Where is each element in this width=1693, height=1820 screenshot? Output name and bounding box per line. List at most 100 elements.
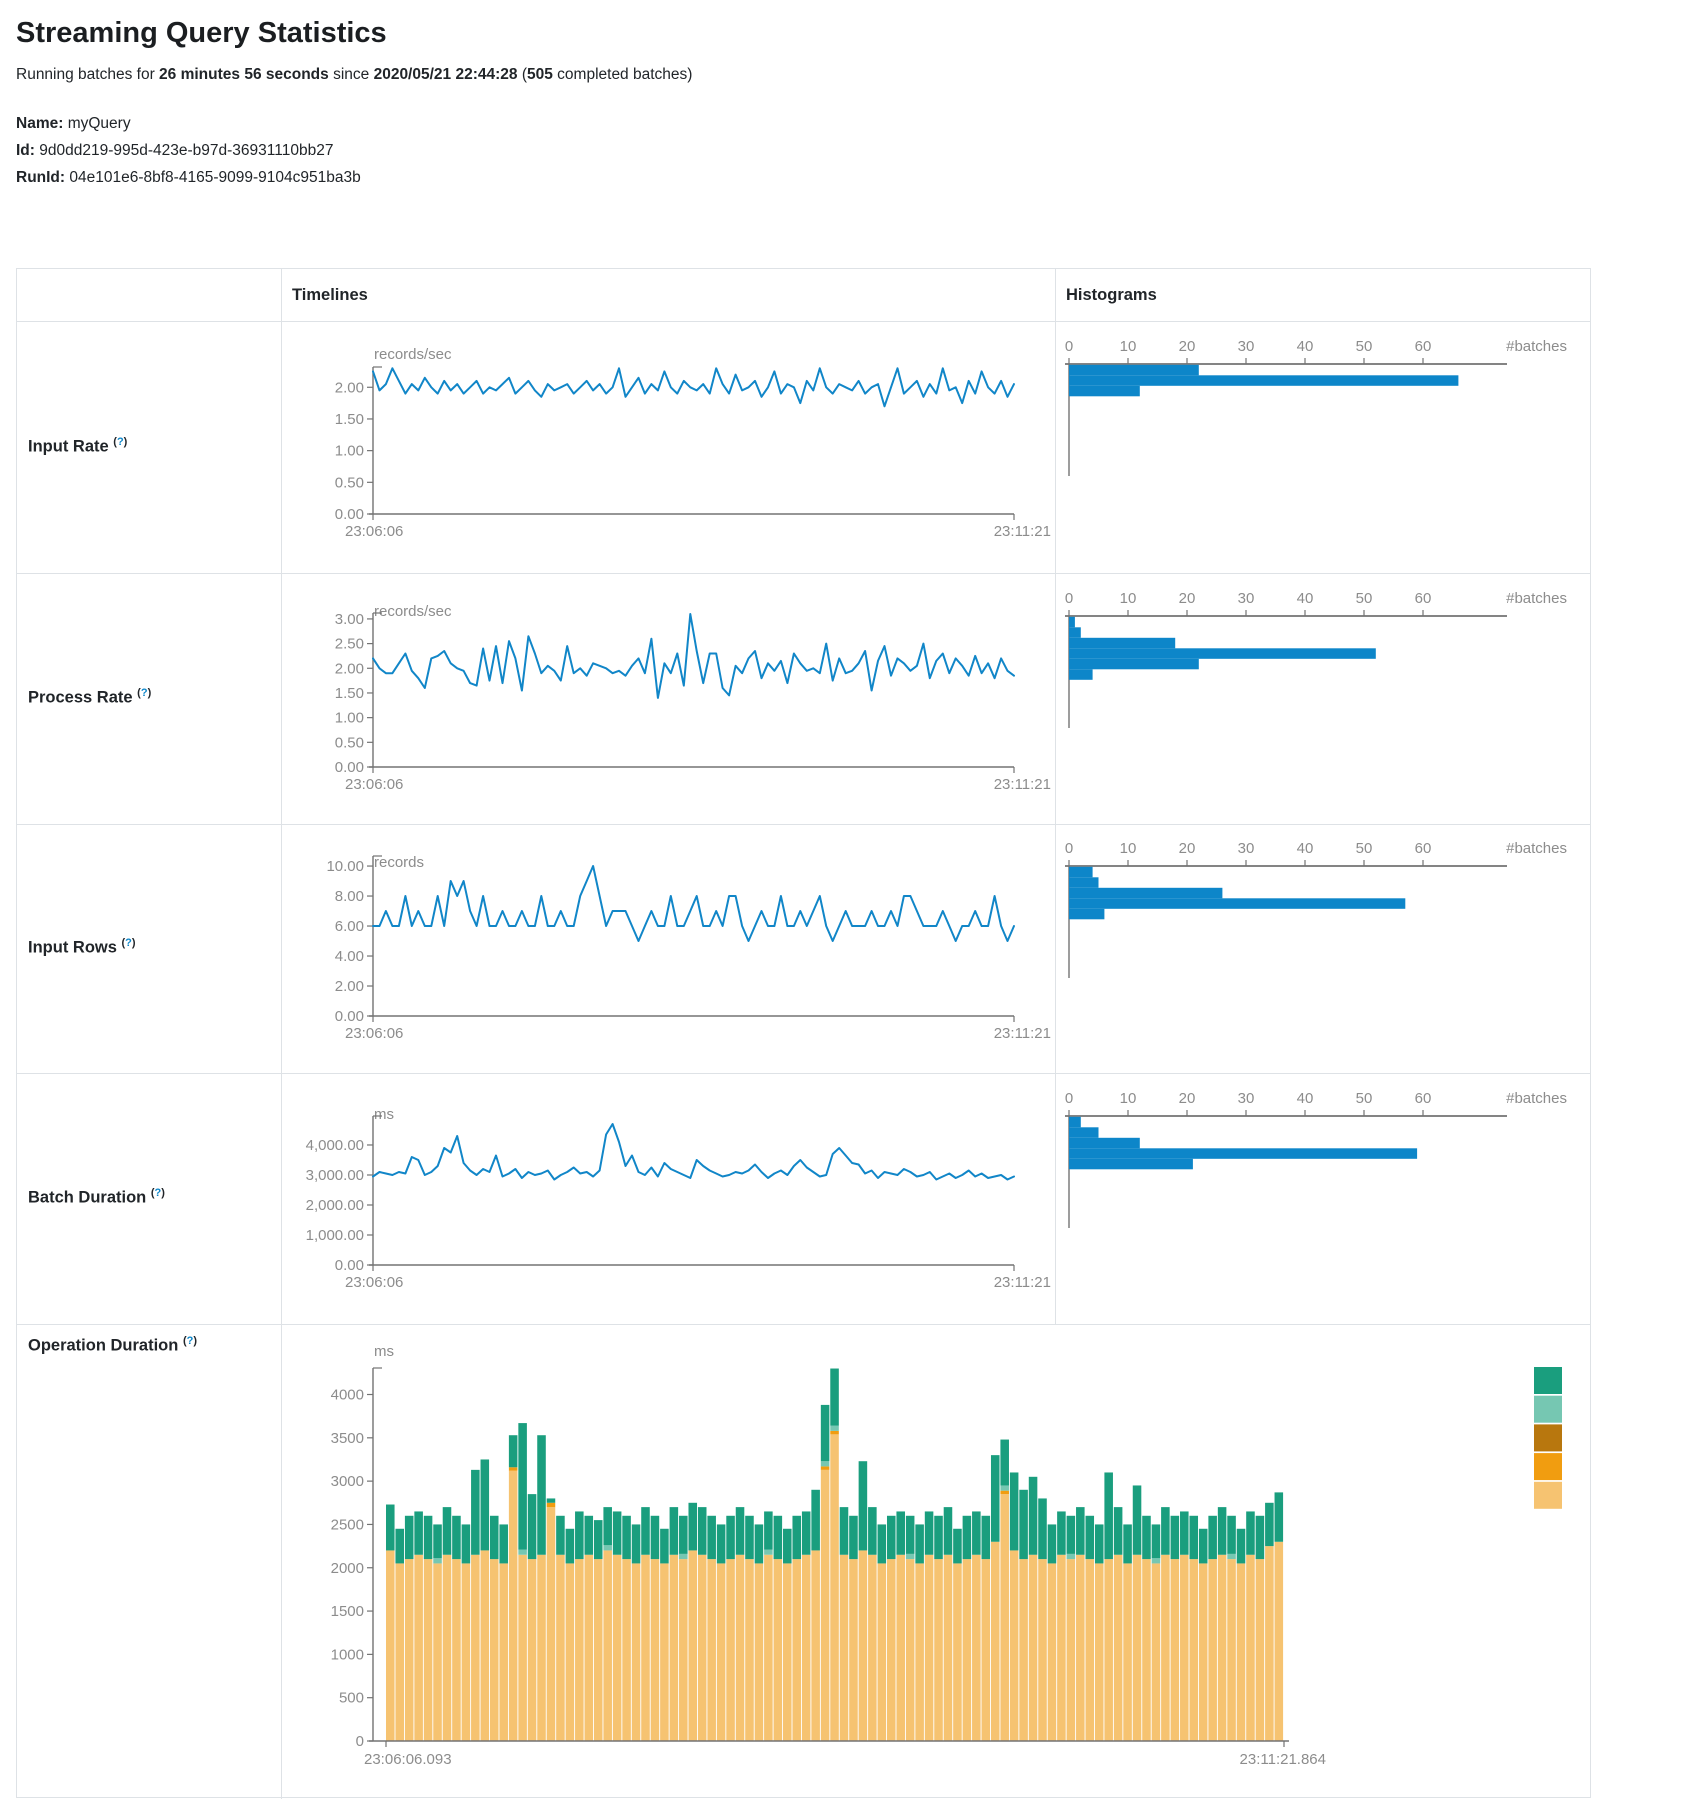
timelines-column-header: Timelines <box>292 269 368 321</box>
legend-swatch <box>1534 1396 1562 1423</box>
batch-duration-histogram-chart: 0 10 20 30 40 50 60 #batches <box>1055 1073 1592 1329</box>
svg-text:4000: 4000 <box>331 1387 364 1404</box>
svg-text:2,000.00: 2,000.00 <box>306 1197 364 1214</box>
process-rate-help-icon[interactable]: (?) <box>137 687 151 699</box>
summary-since: since <box>329 66 374 83</box>
svg-text:20: 20 <box>1179 1090 1196 1107</box>
svg-text:60: 60 <box>1415 1090 1432 1107</box>
svg-text:0.50: 0.50 <box>335 474 364 491</box>
svg-text:2.00: 2.00 <box>335 379 364 396</box>
svg-text:10: 10 <box>1120 1090 1137 1107</box>
query-name-line: Name: myQuery <box>16 110 1576 137</box>
svg-text:0.00: 0.00 <box>335 759 364 776</box>
histogram-svg: 0102030405060#batches <box>1055 321 1592 573</box>
histogram-svg: 0 10 20 30 40 50 60 #batches <box>1055 1073 1592 1324</box>
running-batches-summary: Running batches for 26 minutes 56 second… <box>16 66 1576 84</box>
id-label: Id: <box>16 142 35 159</box>
input-rate-histogram-chart: 0102030405060#batches <box>1055 321 1592 578</box>
svg-text:23:06:06.093: 23:06:06.093 <box>364 1751 452 1768</box>
timeline-svg: records/sec0.000.501.001.502.0023:06:062… <box>281 321 1055 573</box>
svg-text:10.00: 10.00 <box>326 858 364 875</box>
svg-text:3500: 3500 <box>331 1430 364 1447</box>
operation-duration-stacked-chart: ms0500100015002000250030003500400023:06:… <box>281 1324 1592 1804</box>
svg-text:20: 20 <box>1179 590 1196 607</box>
batch-duration-help-icon[interactable]: (?) <box>151 1187 165 1199</box>
svg-text:2500: 2500 <box>331 1516 364 1533</box>
input-rate-label: Input Rate <box>28 438 109 456</box>
svg-text:1.50: 1.50 <box>335 411 364 428</box>
histogram-svg: 0102030405060#batches <box>1055 824 1592 1073</box>
name-value: myQuery <box>68 115 131 132</box>
input-rows-label: Input Rows <box>28 939 117 957</box>
timeline-svg: records/sec0.000.501.001.502.002.503.002… <box>281 573 1055 824</box>
svg-text:20: 20 <box>1179 840 1196 857</box>
completed-batches-count: 505 <box>527 66 553 83</box>
svg-text:records/sec: records/sec <box>374 603 452 620</box>
svg-text:#batches: #batches <box>1506 1090 1567 1107</box>
process-rate-label: Process Rate <box>28 689 133 707</box>
svg-text:ms: ms <box>374 1343 394 1360</box>
svg-text:0.00: 0.00 <box>335 1257 364 1274</box>
svg-text:ms: ms <box>374 1106 394 1123</box>
input-rate-help-icon[interactable]: (?) <box>113 436 127 448</box>
svg-text:500: 500 <box>339 1690 364 1707</box>
operation-duration-label: Operation Duration <box>28 1337 178 1355</box>
svg-text:50: 50 <box>1356 1090 1373 1107</box>
summary-paren: ( <box>518 66 527 83</box>
svg-text:0: 0 <box>1065 1090 1073 1107</box>
svg-text:1.00: 1.00 <box>335 443 364 460</box>
svg-text:40: 40 <box>1297 590 1314 607</box>
statistics-table: Timelines Histograms Input Rate (?) Proc… <box>16 268 1591 1798</box>
input-rows-timeline-chart: records0.002.004.006.008.0010.0023:06:06… <box>281 824 1055 1078</box>
query-id-line: Id: 9d0dd219-995d-423e-b97d-36931110bb27 <box>16 137 1576 164</box>
svg-text:3.00: 3.00 <box>335 611 364 628</box>
svg-text:2.00: 2.00 <box>335 660 364 677</box>
svg-text:1.00: 1.00 <box>335 710 364 727</box>
svg-text:1500: 1500 <box>331 1603 364 1620</box>
svg-text:30: 30 <box>1238 840 1255 857</box>
row-label-process-rate: Process Rate (?) <box>28 687 151 708</box>
operation-duration-help-icon[interactable]: (?) <box>183 1335 197 1347</box>
input-rows-help-icon[interactable]: (?) <box>122 937 136 949</box>
svg-text:60: 60 <box>1415 590 1432 607</box>
svg-text:10: 10 <box>1120 590 1137 607</box>
svg-text:23:11:21: 23:11:21 <box>994 1025 1051 1042</box>
svg-text:2000: 2000 <box>331 1560 364 1577</box>
input-rows-histogram-chart: 0102030405060#batches <box>1055 824 1592 1078</box>
runid-value: 04e101e6-8bf8-4165-9099-9104c951ba3b <box>69 169 360 186</box>
summary-suffix: completed batches) <box>553 66 693 83</box>
start-timestamp: 2020/05/21 22:44:28 <box>374 66 518 83</box>
svg-text:records/sec: records/sec <box>374 346 452 363</box>
svg-text:23:11:21: 23:11:21 <box>994 1274 1051 1291</box>
process-rate-histogram-chart: 0102030405060#batches <box>1055 573 1592 829</box>
svg-text:40: 40 <box>1297 338 1314 355</box>
legend-swatch <box>1534 1482 1562 1509</box>
batch-duration-label: Batch Duration <box>28 1189 146 1207</box>
svg-text:1000: 1000 <box>331 1646 364 1663</box>
row-label-operation-duration: Operation Duration (?) <box>28 1335 197 1356</box>
svg-text:40: 40 <box>1297 1090 1314 1107</box>
row-label-input-rate: Input Rate (?) <box>28 436 127 457</box>
svg-text:23:11:21: 23:11:21 <box>994 523 1051 540</box>
svg-text:30: 30 <box>1238 1090 1255 1107</box>
svg-text:8.00: 8.00 <box>335 888 364 905</box>
svg-text:0.50: 0.50 <box>335 734 364 751</box>
legend-swatch <box>1534 1424 1562 1451</box>
svg-text:60: 60 <box>1415 338 1432 355</box>
svg-text:10: 10 <box>1120 840 1137 857</box>
input-rate-timeline-chart: records/sec0.000.501.001.502.0023:06:062… <box>281 321 1055 578</box>
svg-text:30: 30 <box>1238 590 1255 607</box>
svg-text:0.00: 0.00 <box>335 506 364 523</box>
svg-text:23:11:21.864: 23:11:21.864 <box>1240 1751 1326 1768</box>
svg-text:50: 50 <box>1356 338 1373 355</box>
name-label: Name: <box>16 115 63 132</box>
legend-swatch <box>1534 1367 1562 1394</box>
svg-text:50: 50 <box>1356 840 1373 857</box>
svg-text:0: 0 <box>1065 338 1073 355</box>
svg-text:30: 30 <box>1238 338 1255 355</box>
svg-text:23:06:06: 23:06:06 <box>345 776 403 793</box>
page-title: Streaming Query Statistics <box>16 17 1576 50</box>
runid-label: RunId: <box>16 169 65 186</box>
svg-text:50: 50 <box>1356 590 1373 607</box>
summary-prefix: Running batches for <box>16 66 159 83</box>
